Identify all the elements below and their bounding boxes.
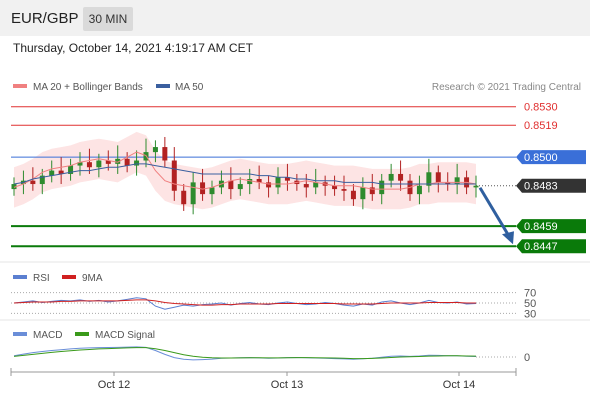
- candle-body: [454, 177, 460, 185]
- credit-text: Research © 2021 Trading Central: [432, 82, 581, 93]
- candle-body: [124, 158, 130, 166]
- candle-body: [152, 147, 158, 153]
- candle-body: [379, 180, 385, 195]
- macd-legend-label: MACD: [33, 330, 62, 341]
- candle-body: [86, 162, 92, 168]
- macd-signal-legend-swatch: [75, 332, 89, 336]
- candle-body: [275, 177, 281, 188]
- candle-body: [350, 190, 356, 200]
- macd-legend-swatch: [13, 332, 27, 336]
- rsi-legend-label: RSI: [33, 273, 50, 284]
- candle-body: [398, 173, 404, 181]
- price-chart: MA 20 + Bollinger Bands MA 50 Research ©…: [0, 82, 590, 391]
- candle-body: [228, 180, 234, 190]
- rsi-plot: 705030: [11, 288, 536, 320]
- main-plot: 0.8530 0.8519 0.8500 0.8483 0.8459 0.8447: [11, 102, 586, 254]
- x-axis-ticks: Oct 12 Oct 13 Oct 14: [10, 368, 517, 391]
- rsi9-legend-swatch: [62, 275, 76, 279]
- candle-body: [473, 185, 479, 188]
- candle-body: [200, 182, 206, 195]
- level-label: 0.8500: [524, 152, 558, 164]
- ma50-legend-swatch: [156, 84, 170, 88]
- level-label: 0.8519: [524, 120, 558, 132]
- candle-body: [190, 182, 196, 205]
- candle-body: [171, 160, 177, 191]
- candle-body: [134, 160, 140, 166]
- ma50-legend-label: MA 50: [175, 82, 204, 93]
- rsi-tick-label: 30: [524, 308, 536, 320]
- candle-body: [237, 184, 243, 190]
- level-label: 0.8530: [524, 102, 558, 114]
- level-label: 0.8459: [524, 221, 558, 233]
- candle-body: [341, 189, 347, 191]
- candle-body: [303, 184, 309, 188]
- x-tick-label: Oct 12: [98, 379, 130, 391]
- x-tick-label: Oct 14: [443, 379, 475, 391]
- candle-body: [162, 147, 168, 161]
- macd-signal-line: [13, 347, 477, 360]
- candle-body: [360, 187, 366, 200]
- candle-body: [181, 190, 187, 205]
- level-label: 0.8447: [524, 241, 558, 253]
- forecast-arrowhead: [502, 231, 514, 245]
- rsi9-legend-label: 9MA: [82, 273, 103, 284]
- candle-body: [266, 182, 272, 188]
- level-label: 0.8483: [524, 181, 558, 193]
- candle-body: [30, 180, 36, 185]
- forecast-arrow: [478, 186, 511, 238]
- x-tick-label: Oct 13: [271, 379, 303, 391]
- rsi-legend-swatch: [13, 275, 27, 279]
- macd-plot: 0: [13, 346, 530, 364]
- macd-tick-label: 0: [524, 352, 530, 364]
- ma20-legend-label: MA 20 + Bollinger Bands: [33, 82, 143, 93]
- candle-body: [209, 187, 215, 195]
- candle-body: [332, 185, 338, 190]
- ma20-legend-swatch: [13, 84, 27, 88]
- candle-body: [435, 172, 441, 183]
- candle-body: [96, 160, 102, 168]
- candle-body: [388, 173, 394, 181]
- candle-body: [416, 185, 422, 195]
- macd-signal-legend-label: MACD Signal: [95, 330, 155, 341]
